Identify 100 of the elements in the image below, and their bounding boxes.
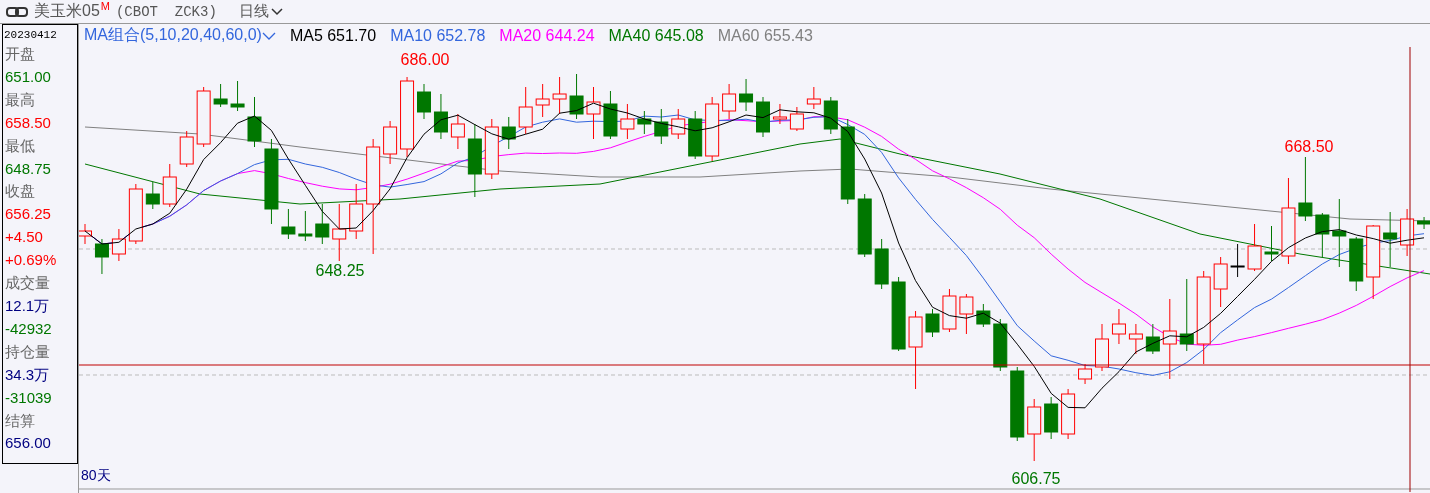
candlestick <box>942 288 957 333</box>
candlestick <box>756 96 770 138</box>
field-value: +0.69% <box>4 250 58 271</box>
instrument-symbol: (CBOT ZCK3) <box>115 3 217 20</box>
price-annotation: 668.50 <box>1284 138 1334 155</box>
field-label: 最高 <box>4 89 36 111</box>
candlestick <box>1417 216 1430 230</box>
field-value: 651.00 <box>4 66 52 87</box>
candlestick <box>518 86 533 135</box>
field-value: 12.1万 <box>4 295 51 316</box>
candlestick <box>722 83 737 120</box>
candlestick <box>1247 223 1262 272</box>
candlestick <box>1111 308 1126 345</box>
field-value: 658.50 <box>4 112 52 133</box>
chevron-down-icon <box>270 7 283 16</box>
candlestick <box>383 120 398 165</box>
price-annotation: 686.00 <box>400 51 450 68</box>
field-value: 656.25 <box>4 204 52 225</box>
field-value: 656.00 <box>4 433 52 454</box>
candlestick <box>1095 323 1109 372</box>
candlestick <box>1298 156 1313 222</box>
candlestick <box>315 203 330 245</box>
date-label: 20230412 <box>3 28 58 43</box>
ma-legend-item: MA10 652.78 <box>390 26 486 45</box>
candlestick <box>705 96 720 162</box>
candlestick <box>213 83 228 108</box>
candlestick <box>349 183 364 240</box>
candlestick <box>789 106 804 132</box>
candlestick <box>1315 212 1330 258</box>
field-value: 34.3万 <box>4 364 51 385</box>
candlestick <box>1078 363 1093 385</box>
instrument-title: 美玉米05$^{M}$ <box>34 0 110 22</box>
candlestick <box>94 238 109 275</box>
field-label: 成交量 <box>4 273 51 295</box>
candlestick <box>281 208 296 240</box>
field-value: 648.75 <box>4 158 52 179</box>
candlestick <box>688 110 703 160</box>
candlestick <box>1400 208 1415 257</box>
candlestick <box>179 130 194 168</box>
candlestick <box>450 113 465 150</box>
candlestick <box>993 318 1008 372</box>
chevron-down-icon <box>261 31 276 40</box>
candlestick <box>332 203 347 262</box>
field-value: -31039 <box>4 387 53 408</box>
price-annotation: 648.25 <box>315 262 365 279</box>
ma-legend-item: MA5 651.70 <box>289 26 377 45</box>
candlestick <box>959 293 974 335</box>
field-value: -42932 <box>4 318 53 339</box>
candlestick <box>569 73 584 120</box>
field-label: 结算 <box>4 410 36 432</box>
field-label: 持仓量 <box>4 341 51 363</box>
candlestick <box>857 193 872 258</box>
candlestick <box>111 228 126 262</box>
candlestick <box>1061 388 1076 440</box>
candlestick <box>298 210 313 242</box>
candlestick <box>1128 323 1143 355</box>
candlestick <box>433 93 448 140</box>
candlestick <box>1230 243 1245 278</box>
candlestick <box>925 308 940 338</box>
candlestick <box>1383 211 1398 268</box>
candlestick <box>1027 398 1042 462</box>
candlestick <box>128 183 143 245</box>
candlestick <box>620 103 635 140</box>
candlestick <box>417 83 431 120</box>
candlestick <box>247 96 262 148</box>
candlestick <box>671 108 686 140</box>
field-label: 开盘 <box>4 44 36 65</box>
ma-selector[interactable]: MA组合(5,10,20,40,60,0) <box>84 25 276 46</box>
candlestick <box>806 86 821 110</box>
candlestick <box>823 96 838 135</box>
candlestick <box>535 83 550 118</box>
ma-legend-item: MA40 645.08 <box>608 26 704 45</box>
ma-legend-item: MA20 644.24 <box>499 26 595 45</box>
candlestick <box>162 163 177 208</box>
candlestick <box>79 223 92 245</box>
candlestick <box>772 103 787 125</box>
candlestick <box>603 90 618 140</box>
candlestick <box>1145 323 1160 355</box>
link-icon[interactable] <box>6 6 28 17</box>
candlestick <box>196 86 211 148</box>
candlestick <box>230 80 245 112</box>
candlestick <box>484 118 499 180</box>
candlestick <box>501 116 516 150</box>
ma-legend-item: MA60 655.43 <box>717 26 813 45</box>
field-label: 收盘 <box>4 181 36 203</box>
candlestick <box>145 181 160 210</box>
candlestick <box>739 78 754 112</box>
candlestick <box>874 238 889 290</box>
candlestick <box>1264 225 1279 262</box>
candlestick <box>976 303 991 328</box>
candlestick <box>654 108 669 145</box>
candlestick <box>586 86 601 140</box>
price-annotation: 606.75 <box>1011 470 1061 487</box>
period-count-label: 80天 <box>81 467 111 485</box>
field-label: 最低 <box>4 135 36 157</box>
field-value: +4.50 <box>4 227 44 248</box>
period-dropdown[interactable]: 日线 <box>238 2 283 21</box>
candlestick <box>637 110 652 135</box>
candlestick <box>552 76 567 115</box>
candlestick <box>1044 396 1059 440</box>
